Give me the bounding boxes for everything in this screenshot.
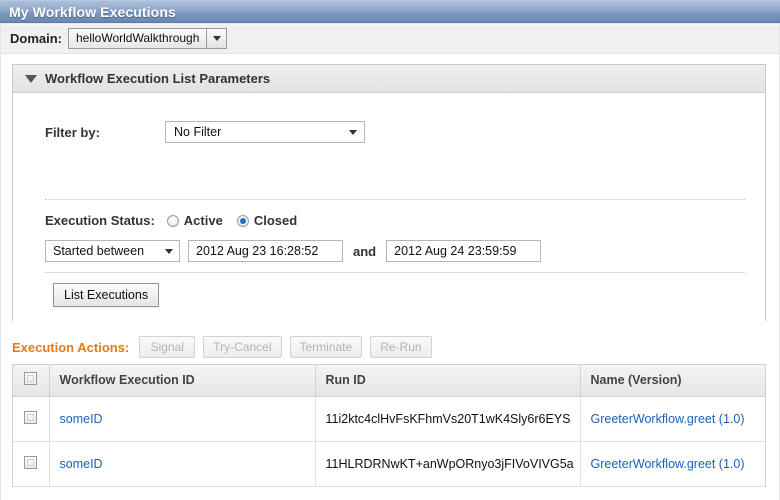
chevron-down-icon <box>349 129 357 135</box>
radio-active[interactable]: Active <box>166 213 223 228</box>
date-conjunction-label: and <box>353 243 377 259</box>
column-header-name-version[interactable]: Name (Version) <box>580 365 765 397</box>
name-version-link[interactable]: GreeterWorkflow.greet (1.0) <box>591 457 745 471</box>
cell-name-version: GreeterWorkflow.greet (1.0) <box>580 441 765 487</box>
domain-combobox-value[interactable]: helloWorldWalkthrough <box>68 27 207 49</box>
column-header-run-id[interactable]: Run ID <box>315 365 581 397</box>
cell-name-version: GreeterWorkflow.greet (1.0) <box>580 396 765 442</box>
execution-status-radio-group: Active Closed <box>166 213 311 228</box>
window-titlebar: My Workflow Executions <box>0 0 780 25</box>
window-frame-left <box>0 23 1 500</box>
run-id-text: 11HLRDRNwKT+anWpORnyo3jFIVoVIVG5a <box>325 456 574 471</box>
domain-combobox[interactable]: helloWorldWalkthrough <box>68 27 228 49</box>
filter-by-value: No Filter <box>174 125 222 139</box>
re-run-button[interactable]: Re-Run <box>370 336 432 358</box>
checkbox-icon[interactable] <box>24 372 38 386</box>
table-row[interactable]: someID 11i2ktc4clHvFsKFhmVs20T1wK4Sly6r6… <box>13 396 765 442</box>
panel-title: Workflow Execution List Parameters <box>45 71 271 86</box>
try-cancel-button[interactable]: Try-Cancel <box>203 336 282 358</box>
radio-icon-closed[interactable] <box>236 214 249 227</box>
date-range-row: Started between 2012 Aug 23 16:28:52 and… <box>13 230 765 264</box>
date-mode-value: Started between <box>53 244 145 258</box>
panel-header[interactable]: Workflow Execution List Parameters <box>13 65 765 93</box>
radio-closed[interactable]: Closed <box>236 213 298 228</box>
chevron-down-icon <box>165 248 173 254</box>
workflow-execution-id-link[interactable]: someID <box>60 457 103 471</box>
window-title: My Workflow Executions <box>9 3 176 20</box>
list-executions-button[interactable]: List Executions <box>53 283 160 307</box>
execution-status-label: Execution Status: <box>45 213 155 228</box>
radio-icon-active[interactable] <box>166 214 179 227</box>
cell-workflow-execution-id: someID <box>49 441 316 487</box>
table-header-row: Workflow Execution ID Run ID Name (Versi… <box>13 365 765 397</box>
executions-table-container: Workflow Execution ID Run ID Name (Versi… <box>12 364 766 487</box>
execution-actions-label: Execution Actions: <box>12 339 130 355</box>
filter-spacer <box>13 151 765 199</box>
run-id-text: 11i2ktc4clHvFsKFhmVs20T1wK4Sly6r6EYS <box>325 411 571 426</box>
cell-run-id: 11i2ktc4clHvFsKFhmVs20T1wK4Sly6r6EYS <box>315 396 581 442</box>
filter-by-select[interactable]: No Filter <box>165 121 365 143</box>
signal-button[interactable]: Signal <box>139 336 196 358</box>
chevron-down-icon[interactable] <box>206 27 228 49</box>
domain-bar: Domain: helloWorldWalkthrough <box>0 23 780 54</box>
checkbox-icon[interactable] <box>24 410 38 424</box>
execution-status-row: Execution Status: Active Closed <box>13 200 765 230</box>
workflow-execution-list-parameters-panel: Workflow Execution List Parameters Filte… <box>12 64 766 321</box>
date-mode-select[interactable]: Started between <box>45 240 180 262</box>
workflow-execution-id-link[interactable]: someID <box>60 412 103 426</box>
domain-label: Domain: <box>10 30 62 46</box>
select-all-header[interactable] <box>13 365 50 397</box>
filter-by-label: Filter by: <box>45 124 100 140</box>
column-header-workflow-execution-id[interactable]: Workflow Execution ID <box>49 365 316 397</box>
table-row[interactable]: someID 11HLRDRNwKT+anWpORnyo3jFIVoVIVG5a… <box>13 441 765 487</box>
cell-run-id: 11HLRDRNwKT+anWpORnyo3jFIVoVIVG5a <box>315 441 581 487</box>
checkbox-icon[interactable] <box>24 455 38 469</box>
filter-by-row: Filter by: No Filter <box>13 93 765 151</box>
date-to-input[interactable]: 2012 Aug 24 23:59:59 <box>386 240 542 262</box>
execution-actions-bar: Execution Actions: Signal Try-Cancel Ter… <box>12 332 766 362</box>
list-executions-row: List Executions <box>13 273 765 321</box>
terminate-button[interactable]: Terminate <box>289 336 363 358</box>
panel-body: Filter by: No Filter Execution Status: A… <box>13 93 765 321</box>
row-select-cell[interactable] <box>13 441 50 487</box>
workflow-executions-window: My Workflow Executions Domain: helloWorl… <box>0 0 780 500</box>
row-select-cell[interactable] <box>13 396 50 442</box>
date-from-input[interactable]: 2012 Aug 23 16:28:52 <box>188 240 343 262</box>
radio-active-label: Active <box>183 213 223 228</box>
name-version-link[interactable]: GreeterWorkflow.greet (1.0) <box>591 412 745 426</box>
radio-closed-label: Closed <box>253 213 298 228</box>
executions-table: Workflow Execution ID Run ID Name (Versi… <box>13 365 765 487</box>
triangle-down-icon[interactable] <box>25 74 37 83</box>
cell-workflow-execution-id: someID <box>49 396 316 442</box>
